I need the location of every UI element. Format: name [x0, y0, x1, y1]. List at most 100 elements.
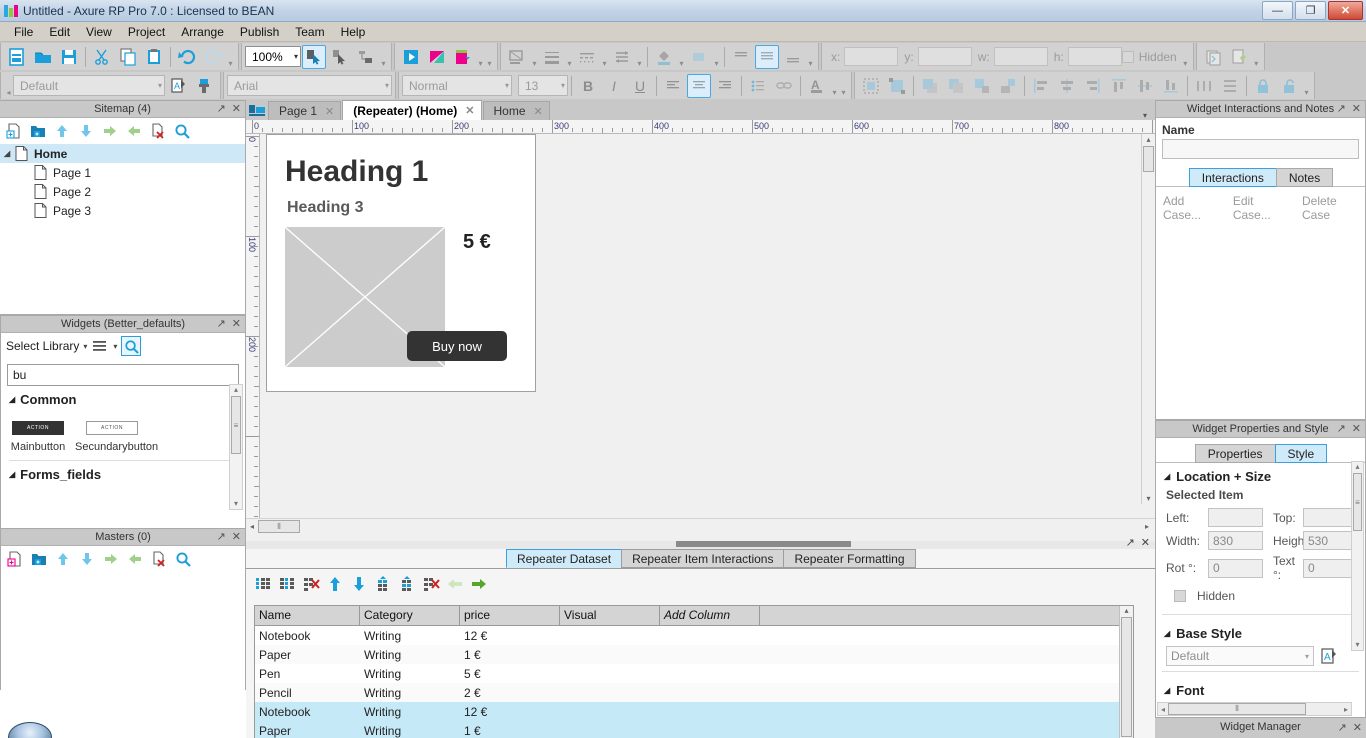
repeater-close-icon[interactable]: ✕: [1141, 536, 1150, 549]
widgets-maximize-icon[interactable]: ↗: [217, 317, 226, 330]
chevron-down-icon[interactable]: ▾: [83, 342, 87, 351]
add-case-link[interactable]: Add Case...: [1163, 194, 1223, 222]
sitemap-maximize-icon[interactable]: ↗: [217, 102, 226, 115]
canvas-tab-repeater-home[interactable]: (Repeater) (Home) ✕: [342, 100, 482, 120]
section-font[interactable]: ◢ Font: [1156, 677, 1365, 700]
minimize-button[interactable]: —: [1262, 1, 1293, 20]
column-header-price[interactable]: price: [460, 606, 560, 625]
widgets-close-icon[interactable]: ✕: [232, 317, 241, 330]
widget-search-icon[interactable]: [121, 336, 142, 356]
sitemap-item-page-1[interactable]: Page 1: [0, 163, 245, 182]
tab-interactions[interactable]: Interactions: [1188, 168, 1277, 187]
insert-column-after-icon[interactable]: [278, 575, 296, 593]
widgets-section-common[interactable]: ◢ Common: [1, 386, 245, 409]
cell-name[interactable]: Notebook: [255, 629, 360, 643]
redo-icon[interactable]: [201, 45, 225, 69]
chevron-down-icon[interactable]: ▾: [113, 342, 117, 351]
rot-input[interactable]: 0: [1208, 558, 1263, 578]
widgets-section-forms-fields[interactable]: ◢ Forms_fields: [1, 461, 245, 484]
cell-name[interactable]: Paper: [255, 648, 360, 662]
indent-left-icon[interactable]: [126, 550, 144, 568]
move-column-left-icon[interactable]: [446, 575, 464, 593]
widget-name-input[interactable]: [1162, 139, 1359, 159]
cell-category[interactable]: Writing: [360, 629, 460, 643]
save-file-icon[interactable]: [57, 45, 81, 69]
menu-item-help[interactable]: Help: [333, 23, 374, 41]
cell-name[interactable]: Pen: [255, 667, 360, 681]
price-widget[interactable]: 5 €: [463, 231, 491, 254]
restore-button[interactable]: ❐: [1295, 1, 1326, 20]
overflow-chevron-icon[interactable]: ▾: [379, 46, 388, 68]
menu-item-project[interactable]: Project: [120, 23, 173, 41]
menu-item-team[interactable]: Team: [287, 23, 332, 41]
tab-notes[interactable]: Notes: [1275, 168, 1334, 187]
paste-icon[interactable]: [142, 45, 166, 69]
font-weight-combo[interactable]: Normal ▾: [402, 75, 512, 96]
move-up-icon[interactable]: [54, 550, 72, 568]
close-button[interactable]: ✕: [1328, 1, 1363, 20]
move-down-icon[interactable]: [78, 550, 96, 568]
interactions-maximize-icon[interactable]: ↗: [1337, 102, 1346, 115]
tab-style[interactable]: Style: [1274, 444, 1328, 463]
heading-3-widget[interactable]: Heading 3: [287, 199, 363, 217]
properties-vertical-scrollbar[interactable]: ▴ ≡ ▾: [1351, 461, 1364, 651]
expander-icon[interactable]: ◢: [9, 470, 15, 479]
text-rot-input[interactable]: 0: [1303, 558, 1358, 578]
expander-icon[interactable]: ◢: [9, 395, 15, 404]
cell-name[interactable]: Paper: [255, 724, 360, 738]
canvas-vertical-scrollbar[interactable]: ▴ ▾: [1141, 134, 1155, 504]
close-icon[interactable]: ✕: [534, 105, 543, 118]
canvas-tab-page-1[interactable]: Page 1 ✕: [268, 101, 342, 120]
add-folder-icon[interactable]: [29, 122, 47, 140]
widgets-scrollbar[interactable]: ▴ ≡ ▾: [229, 384, 243, 510]
properties-close-icon[interactable]: ✕: [1352, 422, 1361, 435]
menu-item-file[interactable]: File: [6, 23, 41, 41]
page-frame[interactable]: Heading 1 Heading 3 5 € Buy now: [266, 134, 536, 392]
widget-search-input[interactable]: bu: [7, 364, 239, 386]
section-base-style[interactable]: ◢ Base Style: [1156, 620, 1365, 643]
masters-maximize-icon[interactable]: ↗: [217, 530, 226, 543]
expander-icon[interactable]: ◢: [1164, 472, 1170, 481]
move-row-down-icon[interactable]: [350, 575, 368, 593]
move-column-right-icon[interactable]: [470, 575, 488, 593]
add-master-icon[interactable]: [6, 550, 24, 568]
canvas-tab-home[interactable]: Home ✕: [482, 101, 550, 120]
publish-icon[interactable]: [425, 45, 449, 69]
height-input[interactable]: 530: [1303, 531, 1358, 550]
delete-row-icon[interactable]: [422, 575, 440, 593]
column-header-category[interactable]: Category: [360, 606, 460, 625]
library-options-icon[interactable]: [91, 337, 109, 355]
tab-properties[interactable]: Properties: [1194, 444, 1276, 463]
zoom-combo[interactable]: 100% ▾: [245, 46, 301, 67]
copy-icon[interactable]: [116, 45, 140, 69]
cell-category[interactable]: Writing: [360, 667, 460, 681]
expander-icon[interactable]: ◢: [1164, 686, 1170, 695]
splitter-grip[interactable]: [676, 541, 851, 547]
point-tool-icon[interactable]: [354, 45, 378, 69]
hidden-checkbox[interactable]: [1121, 50, 1134, 63]
menu-item-publish[interactable]: Publish: [232, 23, 287, 41]
cell-price[interactable]: 5 €: [460, 667, 560, 681]
generate-html-icon[interactable]: [451, 45, 475, 69]
table-row[interactable]: Pen Writing 5 €: [255, 664, 1133, 683]
indent-left-icon[interactable]: [125, 122, 143, 140]
font-size-combo[interactable]: 13 ▾: [518, 75, 568, 96]
canvas-horizontal-scrollbar[interactable]: ◂ ⦀ ▸: [246, 518, 1155, 534]
column-header-visual[interactable]: Visual: [560, 606, 660, 625]
cell-category[interactable]: Writing: [360, 724, 460, 738]
widget-manager-maximize-icon[interactable]: ↗: [1338, 721, 1347, 734]
insert-column-before-icon[interactable]: [254, 575, 272, 593]
section-location-size[interactable]: ◢ Location + Size: [1156, 463, 1365, 486]
masters-close-icon[interactable]: ✕: [232, 530, 241, 543]
cell-price[interactable]: 2 €: [460, 686, 560, 700]
chevron-down-icon[interactable]: ▾: [476, 46, 485, 68]
sitemap-close-icon[interactable]: ✕: [232, 102, 241, 115]
insert-row-above-icon[interactable]: [374, 575, 392, 593]
table-vertical-scrollbar[interactable]: ▴ ▾: [1119, 606, 1133, 738]
edit-case-link[interactable]: Edit Case...: [1233, 194, 1292, 222]
font-family-combo[interactable]: Arial ▾: [227, 75, 392, 96]
h-input[interactable]: [1067, 47, 1122, 66]
cell-category[interactable]: Writing: [360, 705, 460, 719]
menu-item-view[interactable]: View: [78, 23, 120, 41]
cell-price[interactable]: 12 €: [460, 705, 560, 719]
